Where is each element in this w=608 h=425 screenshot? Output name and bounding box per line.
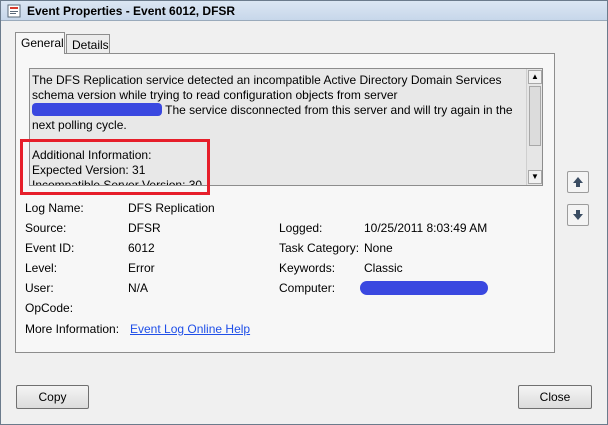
event-id-value: 6012 [128,241,155,255]
log-name-label: Log Name: [25,201,84,215]
description-line-2: schema version while trying to read conf… [32,88,398,102]
window-title: Event Properties - Event 6012, DFSR [27,4,236,18]
close-button[interactable]: Close [518,385,592,409]
redacted-server-name [32,103,162,116]
red-highlight-annotation [20,139,210,195]
description-line-4: next polling cycle. [32,118,127,132]
source-label: Source: [25,221,67,235]
description-line-3-text: The service disconnected from this serve… [162,103,513,117]
source-value: DFSR [128,221,161,235]
keywords-label: Keywords: [279,261,336,275]
logged-value: 10/25/2011 8:03:49 AM [364,221,488,235]
user-label: User: [25,281,54,295]
down-arrow-icon [573,210,583,220]
scroll-up-arrow-icon[interactable]: ▲ [528,70,542,84]
event-viewer-icon [7,4,21,18]
event-log-online-help-link[interactable]: Event Log Online Help [130,322,250,336]
log-name-value: DFS Replication [128,201,215,215]
event-id-label: Event ID: [25,241,75,255]
level-value: Error [128,261,155,275]
next-event-button[interactable] [567,204,589,226]
task-category-value: None [364,241,393,255]
scroll-thumb[interactable] [529,86,541,146]
previous-event-button[interactable] [567,171,589,193]
description-line-1: The DFS Replication service detected an … [32,73,502,87]
event-fields: Log Name: DFS Replication Source: DFSR L… [25,201,545,351]
title-bar: Event Properties - Event 6012, DFSR [1,1,607,21]
computer-value-redacted [360,281,488,298]
scroll-down-arrow-icon[interactable]: ▼ [528,170,542,184]
user-value: N/A [128,281,149,295]
up-arrow-icon [573,177,583,187]
tab-details[interactable]: Details [66,34,110,54]
task-category-label: Task Category: [279,241,360,255]
opcode-label: OpCode: [25,301,74,315]
description-line-3: The service disconnected from this serve… [32,103,526,118]
copy-button[interactable]: Copy [16,385,89,409]
computer-label: Computer: [279,281,336,295]
redacted-computer-name [360,281,488,295]
description-scrollbar[interactable]: ▲ ▼ [526,69,542,185]
logged-label: Logged: [279,221,323,235]
tab-general[interactable]: General [15,32,65,54]
more-info-label: More Information: [25,322,120,336]
level-label: Level: [25,261,58,275]
keywords-value: Classic [364,261,403,275]
event-properties-window: Event Properties - Event 6012, DFSR Gene… [0,0,608,425]
